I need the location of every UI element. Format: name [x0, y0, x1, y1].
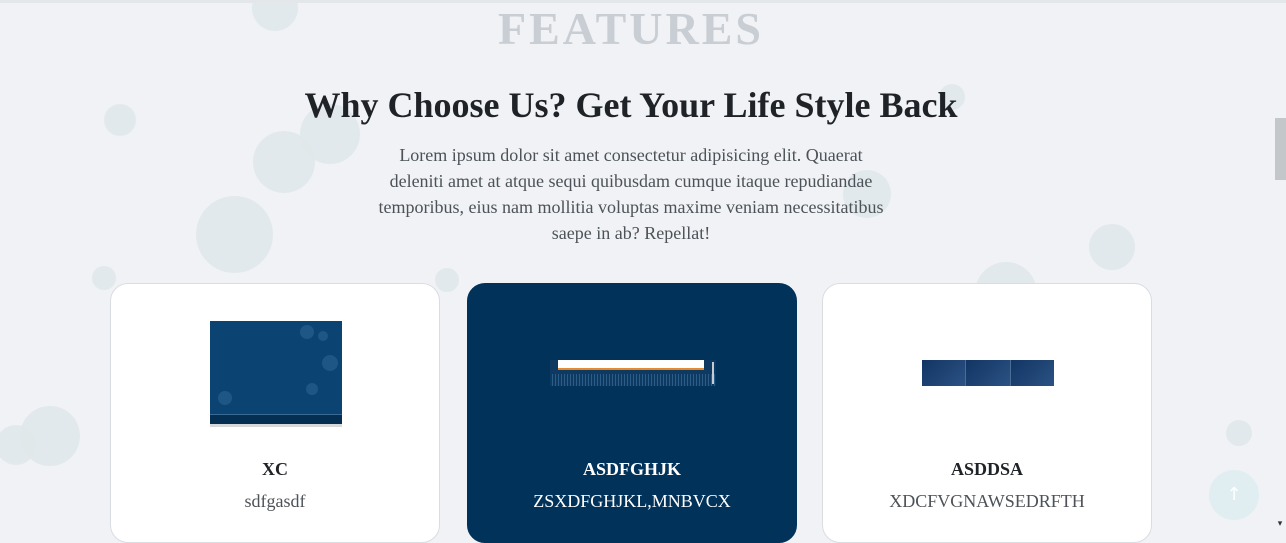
card-thumbnail	[210, 321, 342, 427]
card-title: ASDFGHJK	[582, 459, 681, 479]
feature-card[interactable]: ASDDSA XDCFVGNAWSEDRFTH	[822, 283, 1152, 543]
bubble	[1226, 420, 1252, 446]
bubble	[196, 196, 273, 273]
card-thumbnail	[922, 360, 1054, 386]
feature-card-active[interactable]: ASDFGHJK ZSXDFGHJKL,MNBVCX	[467, 283, 797, 543]
thumbnail-cell	[966, 360, 1011, 386]
thumbnail-edge	[712, 362, 714, 384]
thumbnail-bar	[558, 360, 704, 370]
card-subtitle: ZSXDFGHJKL,MNBVCX	[533, 491, 731, 511]
bubble	[435, 268, 459, 292]
card-title: XC	[262, 459, 288, 479]
thumbnail-stripe	[550, 374, 716, 386]
card-subtitle: XDCFVGNAWSEDRFTH	[889, 491, 1085, 511]
section-heading: Why Choose Us? Get Your Life Style Back	[304, 85, 958, 125]
card-subtitle: sdfgasdf	[244, 491, 306, 511]
section-description: Lorem ipsum dolor sit amet consectetur a…	[378, 145, 884, 243]
section-tag: FEATURES	[498, 3, 764, 54]
chevron-down-icon[interactable]: ▾	[1275, 519, 1285, 529]
thumbnail-dot	[306, 383, 318, 395]
thumbnail-footer-line	[210, 424, 342, 427]
bubble	[253, 131, 315, 193]
thumbnail-dot	[322, 355, 338, 371]
arrow-up-icon: ↑	[1226, 484, 1242, 505]
card-title: ASDDSA	[950, 459, 1024, 479]
bubble	[92, 266, 116, 290]
feature-card[interactable]: XC sdfgasdf	[110, 283, 440, 543]
thumbnail-dot	[218, 391, 232, 405]
thumbnail-dot	[300, 325, 314, 339]
back-to-top-button[interactable]: ↑	[1209, 470, 1259, 520]
scrollbar-thumb[interactable]	[1275, 118, 1286, 180]
card-thumbnail	[550, 360, 716, 386]
thumbnail-dot	[318, 331, 328, 341]
thumbnail-cell	[1010, 360, 1054, 386]
thumbnail-cell	[922, 360, 967, 386]
bubble	[1089, 224, 1135, 270]
